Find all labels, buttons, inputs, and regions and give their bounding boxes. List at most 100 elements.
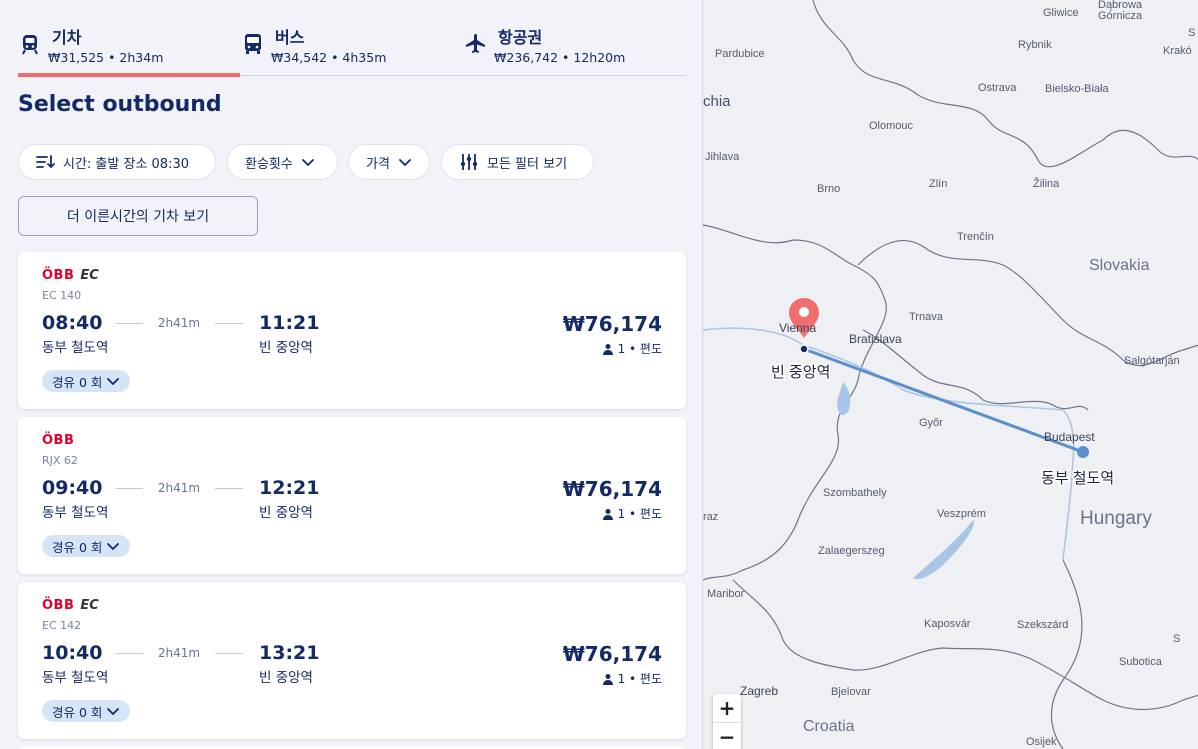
- stops-toggle[interactable]: 경유 0 회: [42, 535, 131, 557]
- tab-flight-info: ₩236,742 • 12h20m: [494, 50, 626, 65]
- train-number: RJX 62: [42, 454, 78, 467]
- map-label: Zagreb: [740, 684, 778, 698]
- train-brand: EC: [80, 267, 99, 283]
- operator-logo: ÖBB EC: [42, 597, 99, 613]
- operator-name: ÖBB: [42, 432, 75, 448]
- map-label: Brno: [817, 183, 840, 195]
- destination-marker[interactable]: [1077, 446, 1089, 458]
- transfers-filter-label: 환승횟수: [245, 156, 293, 172]
- departure-time: 08:40: [42, 312, 103, 334]
- chevron-down-icon: [399, 159, 411, 167]
- tab-flight-label: 항공권: [498, 28, 543, 47]
- result-card[interactable]: ÖBB EC EC 142 10:40 2h41m 13:21 동부 철도역 빈…: [18, 582, 686, 739]
- map-label: Croatia: [803, 718, 855, 735]
- plane-icon: [466, 34, 485, 53]
- map-label: Rybnik: [1018, 39, 1052, 51]
- map-label: S: [1188, 27, 1195, 39]
- operator-logo: ÖBB: [42, 432, 80, 448]
- zoom-in-button[interactable]: +: [713, 694, 741, 722]
- operator-name: ÖBB: [42, 597, 75, 613]
- map-label: Górnicza: [1098, 10, 1143, 22]
- duration-line: [215, 653, 243, 654]
- map-label: Subotica: [1119, 656, 1163, 668]
- transport-tabs: 기차 ₩31,525 • 2h34m 버스 ₩34,542 • 4h35m 항공…: [18, 18, 686, 77]
- departure-time: 09:40: [42, 477, 103, 499]
- earlier-trains-button[interactable]: 더 이른시간의 기차 보기: [18, 196, 258, 236]
- train-number: EC 140: [42, 289, 82, 302]
- tab-train-info: ₩31,525 • 2h34m: [48, 50, 164, 65]
- sort-chip-label: 시간: 출발 장소 08:30: [63, 156, 190, 172]
- operator-logo: ÖBB EC: [42, 267, 99, 283]
- sliders-icon: [460, 154, 478, 170]
- all-filters-button[interactable]: 모든 필터 보기: [441, 144, 594, 180]
- map-label: Trnava: [909, 311, 944, 323]
- rivers: [703, 327, 1075, 561]
- chevron-down-icon: [107, 378, 120, 386]
- map-label: Jihlava: [705, 151, 740, 163]
- departure-station: 동부 철도역: [42, 505, 109, 521]
- map-label: Žilina: [1033, 177, 1060, 190]
- stops-toggle[interactable]: 경유 0 회: [42, 370, 131, 392]
- tab-flight[interactable]: 항공권 ₩236,742 • 12h20m: [464, 18, 686, 75]
- bus-icon: [245, 34, 261, 54]
- origin-dot: [799, 344, 809, 354]
- transfers-filter[interactable]: 환승횟수: [227, 144, 338, 180]
- chevron-down-icon: [301, 159, 314, 167]
- arrival-time: 12:21: [259, 477, 320, 499]
- map-label: Slovakia: [1089, 257, 1150, 274]
- map-label: Vienna: [779, 321, 816, 335]
- operator-name: ÖBB: [42, 267, 75, 283]
- map-label: Veszprém: [937, 508, 986, 520]
- arrival-station: 빈 중앙역: [259, 670, 313, 686]
- map-label: Kaposvár: [924, 618, 971, 630]
- stops-toggle[interactable]: 경유 0 회: [42, 700, 131, 722]
- map-label: Budapest: [1044, 430, 1095, 444]
- stops-label: 경유 0 회: [52, 374, 103, 390]
- passenger-info: 1 • 편도: [602, 670, 662, 687]
- departure-station: 동부 철도역: [42, 670, 109, 686]
- arrival-time: 11:21: [259, 312, 320, 334]
- result-card[interactable]: ÖBB RJX 62 09:40 2h41m 12:21 동부 철도역 빈 중앙…: [18, 417, 686, 574]
- train-icon: [22, 35, 38, 55]
- sort-icon: [36, 155, 55, 169]
- chevron-down-icon: [107, 708, 120, 716]
- passenger-text: 1 • 편도: [617, 342, 662, 356]
- zoom-out-button[interactable]: −: [713, 723, 741, 749]
- map-label: Pardubice: [715, 48, 765, 60]
- duration-line: [215, 323, 243, 324]
- tab-bus-label: 버스: [275, 28, 305, 47]
- tab-bus-info: ₩34,542 • 4h35m: [271, 50, 387, 65]
- stops-label: 경유 0 회: [52, 704, 103, 720]
- map-label: chia: [703, 93, 731, 110]
- map-label: raz: [703, 511, 718, 523]
- person-icon: [602, 343, 613, 355]
- sort-chip[interactable]: 시간: 출발 장소 08:30: [18, 144, 216, 180]
- map-label: Bielsko-Biała: [1045, 83, 1109, 95]
- train-brand: EC: [80, 597, 99, 613]
- price: ₩76,174: [562, 477, 662, 501]
- result-card[interactable]: ÖBB EC EC 140 08:40 2h41m 11:21 동부 철도역 빈…: [18, 252, 686, 409]
- passenger-info: 1 • 편도: [602, 340, 662, 357]
- stops-label: 경유 0 회: [52, 539, 103, 555]
- person-icon: [602, 673, 613, 685]
- page-title: Select outbound: [18, 92, 222, 117]
- passenger-text: 1 • 편도: [617, 672, 662, 686]
- passenger-info: 1 • 편도: [602, 505, 662, 522]
- chevron-down-icon: [107, 543, 120, 551]
- price-filter[interactable]: 가격: [348, 144, 430, 180]
- map-label: Hungary: [1080, 508, 1152, 529]
- map-canvas[interactable]: Gliwice Dąbrowa Górnicza Pardubice Rybni…: [703, 0, 1198, 749]
- map-label: Ostrava: [978, 82, 1017, 94]
- tab-bus[interactable]: 버스 ₩34,542 • 4h35m: [241, 18, 463, 75]
- results-panel: 기차 ₩31,525 • 2h34m 버스 ₩34,542 • 4h35m 항공…: [0, 0, 702, 749]
- route-map[interactable]: Gliwice Dąbrowa Górnicza Pardubice Rybni…: [702, 0, 1198, 749]
- arrival-time: 13:21: [259, 642, 320, 664]
- map-label: Bratislava: [849, 332, 902, 346]
- passenger-text: 1 • 편도: [617, 507, 662, 521]
- duration-line: [215, 488, 243, 489]
- map-label: Trenčín: [957, 231, 994, 243]
- person-icon: [602, 508, 613, 520]
- tab-train[interactable]: 기차 ₩31,525 • 2h34m: [18, 18, 240, 77]
- origin-station-label: 빈 중앙역: [771, 364, 830, 381]
- arrival-station: 빈 중앙역: [259, 340, 313, 356]
